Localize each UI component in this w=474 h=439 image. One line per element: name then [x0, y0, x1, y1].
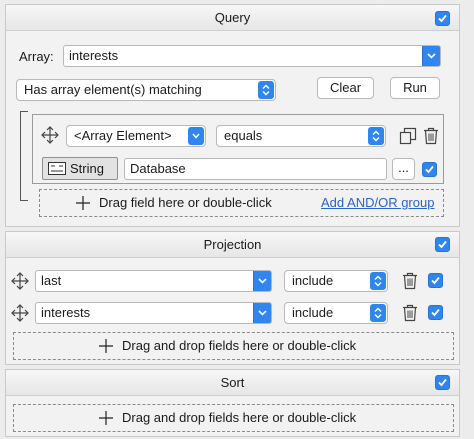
move-handle-icon[interactable]: [11, 272, 29, 290]
condition-value-input[interactable]: Database: [124, 158, 387, 180]
check-icon: [431, 276, 440, 285]
group-bracket: [20, 111, 28, 201]
value-more-button[interactable]: ...: [392, 158, 415, 180]
move-handle-icon[interactable]: [11, 304, 29, 322]
condition-enabled-checkbox[interactable]: [422, 162, 437, 177]
projection-drop-zone[interactable]: Drag and drop fields here or double-clic…: [13, 332, 454, 360]
projection-mode-stepper[interactable]: [370, 304, 386, 322]
chevron-down-icon: [427, 53, 436, 59]
check-icon: [438, 14, 447, 23]
sort-drop-label: Drag and drop fields here or double-clic…: [122, 410, 357, 425]
updown-chevron-icon: [372, 130, 380, 142]
array-value: interests: [69, 48, 119, 63]
query-title: Query: [214, 10, 251, 25]
projection-title: Projection: [203, 237, 262, 252]
add-group-link[interactable]: Add AND/OR group: [321, 190, 434, 216]
condition-operator-value: equals: [224, 128, 263, 143]
chevron-down-icon: [192, 133, 200, 139]
projection-row-checkbox[interactable]: [428, 305, 443, 320]
projection-field-dropdown[interactable]: [253, 271, 271, 291]
sort-panel: Sort Drag and drop fields here or double…: [5, 369, 460, 437]
sort-drop-zone[interactable]: Drag and drop fields here or double-clic…: [13, 404, 454, 432]
projection-field-combo[interactable]: interests: [35, 302, 272, 324]
query-drop-zone[interactable]: Drag field here or double-click Add AND/…: [39, 189, 444, 217]
projection-row-checkbox[interactable]: [428, 273, 443, 288]
check-icon: [438, 240, 447, 249]
sort-enabled-checkbox[interactable]: [435, 375, 450, 390]
projection-field-dropdown[interactable]: [253, 303, 271, 323]
projection-header: Projection: [6, 232, 459, 258]
run-button[interactable]: Run: [390, 77, 440, 99]
chevron-down-icon: [258, 310, 267, 316]
condition-field-select[interactable]: <Array Element>: [66, 125, 206, 147]
array-combo[interactable]: interests: [63, 45, 441, 67]
projection-enabled-checkbox[interactable]: [435, 237, 450, 252]
check-icon: [438, 378, 447, 387]
sort-title: Sort: [220, 375, 245, 390]
sort-header: Sort: [6, 370, 459, 396]
string-type-icon: [48, 162, 66, 175]
updown-chevron-icon: [262, 84, 270, 96]
query-drop-label: Drag field here or double-click: [99, 195, 272, 210]
projection-mode-value: include: [292, 305, 334, 320]
condition-operator-select[interactable]: equals: [216, 125, 386, 147]
projection-mode-select[interactable]: include: [284, 270, 388, 292]
trash-icon[interactable]: [402, 304, 418, 322]
array-combo-button[interactable]: [422, 46, 440, 66]
chevron-down-icon: [258, 278, 267, 284]
updown-chevron-icon: [374, 307, 382, 319]
plus-icon: [76, 196, 90, 210]
plus-icon: [99, 411, 113, 425]
projection-mode-stepper[interactable]: [370, 272, 386, 290]
trash-icon[interactable]: [423, 127, 439, 145]
projection-field-value: interests: [41, 305, 91, 320]
projection-field-value: last: [41, 273, 62, 288]
plus-icon: [99, 339, 113, 353]
condition-field-value: <Array Element>: [74, 128, 172, 143]
projection-mode-value: include: [292, 273, 334, 288]
projection-panel: Projection last include interests includ…: [5, 231, 460, 365]
match-mode-select[interactable]: Has array element(s) matching: [16, 79, 276, 101]
duplicate-icon[interactable]: [399, 127, 417, 145]
match-mode-value: Has array element(s) matching: [24, 82, 202, 97]
clear-button[interactable]: Clear: [317, 77, 374, 99]
array-label: Array:: [19, 49, 54, 64]
condition-field-dropdown[interactable]: [188, 127, 204, 145]
trash-icon[interactable]: [402, 272, 418, 290]
move-handle-icon[interactable]: [41, 126, 59, 144]
check-icon: [431, 308, 440, 317]
condition-operator-stepper[interactable]: [368, 127, 384, 145]
query-enabled-checkbox[interactable]: [435, 11, 450, 26]
match-mode-stepper[interactable]: [258, 81, 274, 99]
condition-box: <Array Element> equals String Database .…: [32, 114, 444, 184]
query-panel: Query Array: interests Has array element…: [5, 4, 460, 227]
projection-field-combo[interactable]: last: [35, 270, 272, 292]
type-label: String: [70, 161, 104, 176]
condition-value-text: Database: [130, 161, 186, 176]
check-icon: [425, 165, 434, 174]
query-header: Query: [6, 5, 459, 31]
projection-drop-label: Drag and drop fields here or double-clic…: [122, 338, 357, 353]
type-badge[interactable]: String: [42, 157, 118, 180]
projection-mode-select[interactable]: include: [284, 302, 388, 324]
updown-chevron-icon: [374, 275, 382, 287]
